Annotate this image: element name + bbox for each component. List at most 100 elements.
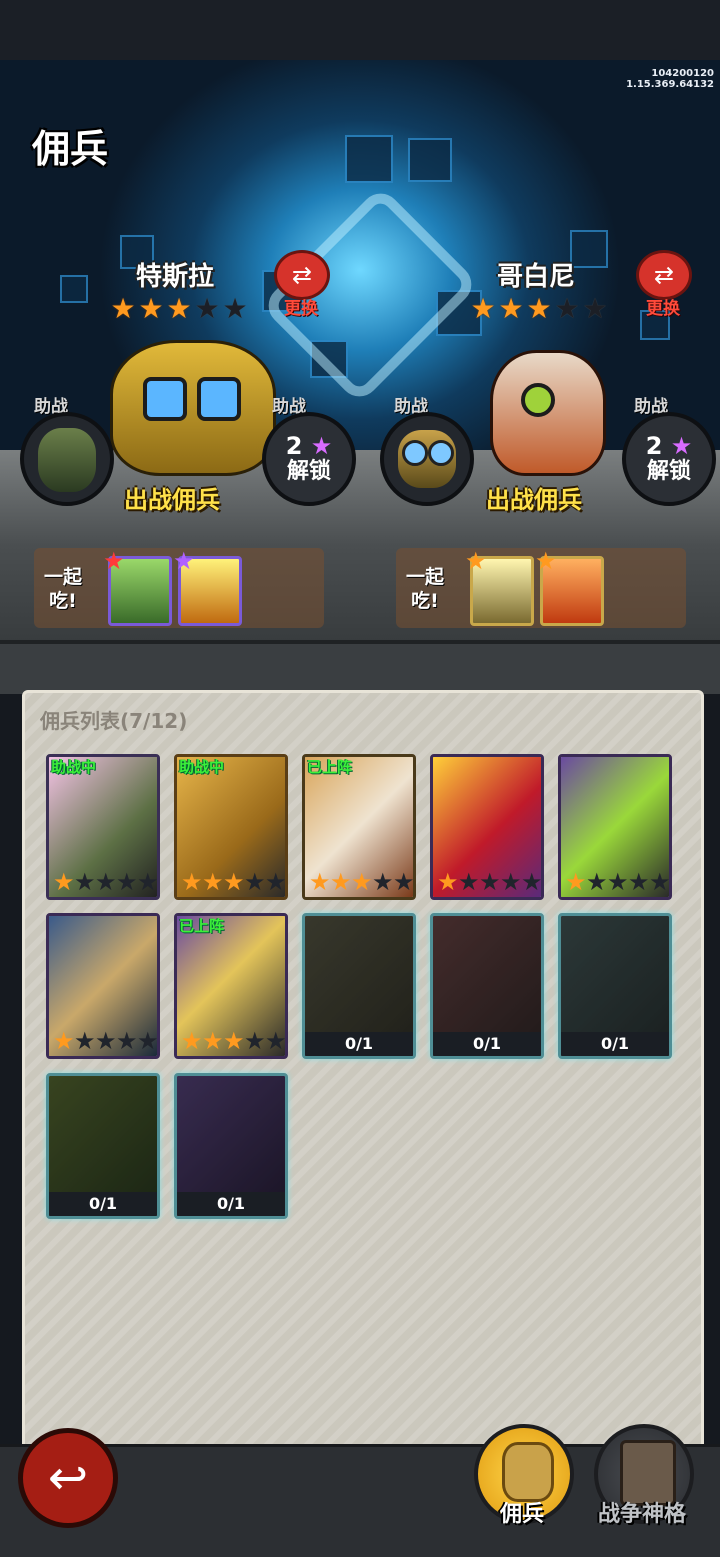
star-icon: ★ bbox=[393, 868, 415, 896]
star-icon: ★ bbox=[535, 547, 557, 575]
star-icon: ★ bbox=[498, 292, 524, 325]
star-icon: ★ bbox=[181, 1027, 203, 1055]
star-icon: ★ bbox=[554, 292, 580, 325]
star-icon: ★ bbox=[53, 1027, 75, 1055]
status-badge: 助战中 bbox=[179, 758, 225, 776]
mercenary-card[interactable]: 0/1 bbox=[46, 1073, 160, 1219]
locked-assist-slot-left[interactable]: 2 ★ 解锁 bbox=[262, 412, 356, 506]
mercenary-card[interactable]: 助战中 ★ ★ ★ ★ ★ bbox=[174, 754, 288, 900]
mercenary-card[interactable]: 0/1 bbox=[302, 913, 416, 1059]
shard-progress: 0/1 bbox=[305, 1032, 413, 1056]
page-title: 佣兵 bbox=[32, 127, 109, 171]
version-text: 104200120 1.15.369.64132 bbox=[626, 68, 714, 90]
star-icon: ★ bbox=[103, 547, 125, 575]
top-status-bar bbox=[0, 0, 720, 60]
hero-stars-right: ★ ★ ★ ★ ★ bbox=[470, 292, 608, 325]
star-icon: ★ bbox=[137, 868, 159, 896]
star-icon: ★ bbox=[110, 292, 136, 325]
star-icon: ★ bbox=[351, 868, 373, 896]
star-icon: ★ bbox=[521, 868, 543, 896]
hero-stars-left: ★ ★ ★ ★ ★ bbox=[110, 292, 248, 325]
star-icon: ★ bbox=[628, 868, 650, 896]
hero-sprite-tesla[interactable] bbox=[110, 340, 276, 476]
shard-progress: 0/1 bbox=[433, 1032, 541, 1056]
star-icon: ★ bbox=[465, 547, 487, 575]
star-icon: ★ bbox=[95, 868, 117, 896]
eat-together-label-left: 一起 吃! bbox=[44, 566, 83, 612]
back-button[interactable]: ↩ bbox=[18, 1428, 118, 1528]
star-icon: ★ bbox=[500, 868, 522, 896]
card-stars: ★ ★ ★ ★ ★ bbox=[53, 868, 159, 896]
star-icon: ★ bbox=[223, 1027, 245, 1055]
shard-progress: 0/1 bbox=[49, 1192, 157, 1216]
star-icon: ★ bbox=[222, 292, 248, 325]
hero-sprite-copernicus[interactable] bbox=[490, 350, 606, 476]
eat-together-label-right: 一起 吃! bbox=[406, 566, 445, 612]
mercenary-card[interactable]: ★ ★ ★ ★ ★ bbox=[558, 754, 672, 900]
star-gem-icon: ★ bbox=[310, 432, 333, 460]
deploy-label-right: 出战佣兵 bbox=[486, 486, 582, 514]
star-icon: ★ bbox=[138, 292, 164, 325]
star-icon: ★ bbox=[607, 868, 629, 896]
deploy-label-left: 出战佣兵 bbox=[124, 486, 220, 514]
swap-button-left[interactable]: ⇄ 更换 bbox=[274, 250, 330, 320]
assist-slot-right[interactable] bbox=[380, 412, 474, 506]
war-divinity-nav-label: 战争神格 bbox=[598, 1502, 687, 1527]
locked-assist-slot-right[interactable]: 2 ★ 解锁 bbox=[622, 412, 716, 506]
star-icon: ★ bbox=[166, 292, 192, 325]
status-badge: 已上阵 bbox=[307, 758, 353, 776]
star-icon: ★ bbox=[265, 1027, 287, 1055]
skill-card-left-2[interactable]: ★ bbox=[173, 549, 242, 626]
star-icon: ★ bbox=[526, 292, 552, 325]
star-icon: ★ bbox=[181, 868, 203, 896]
hero-name-right: 哥白尼 bbox=[497, 262, 576, 292]
star-icon: ★ bbox=[649, 868, 671, 896]
star-icon: ★ bbox=[244, 1027, 266, 1055]
star-icon: ★ bbox=[173, 547, 195, 575]
mercenary-card[interactable]: 助战中 ★ ★ ★ ★ ★ bbox=[46, 754, 160, 900]
back-arrow-icon: ↩ bbox=[47, 1450, 89, 1506]
unlock-count: 2 bbox=[645, 432, 663, 460]
mercenary-card[interactable]: ★ ★ ★ ★ ★ bbox=[430, 754, 544, 900]
star-icon: ★ bbox=[330, 868, 352, 896]
mercenary-card[interactable]: ★ ★ ★ ★ ★ bbox=[46, 913, 160, 1059]
swap-label: 更换 bbox=[646, 299, 680, 319]
star-icon: ★ bbox=[309, 868, 331, 896]
skill-card-right-2[interactable]: ★ bbox=[535, 549, 604, 626]
mercenary-card[interactable]: 已上阵 ★ ★ ★ ★ ★ bbox=[302, 754, 416, 900]
unlock-count: 2 bbox=[285, 432, 303, 460]
mercenary-card[interactable]: 0/1 bbox=[174, 1073, 288, 1219]
swap-icon: ⇄ bbox=[636, 250, 692, 300]
card-stars: ★ ★ ★ ★ ★ bbox=[309, 868, 415, 896]
star-icon: ★ bbox=[194, 292, 220, 325]
skill-card-left-1[interactable]: ★ bbox=[103, 549, 172, 626]
mercenary-list-title: 佣兵列表(7/12) bbox=[40, 709, 188, 733]
star-icon: ★ bbox=[137, 1027, 159, 1055]
star-icon: ★ bbox=[244, 868, 266, 896]
mercenary-icon bbox=[502, 1442, 554, 1502]
unlock-label: 解锁 bbox=[646, 459, 691, 484]
mercenary-card[interactable]: 已上阵 ★ ★ ★ ★ ★ bbox=[174, 913, 288, 1059]
star-icon: ★ bbox=[53, 868, 75, 896]
hero-name-left: 特斯拉 bbox=[136, 262, 215, 292]
star-icon: ★ bbox=[372, 868, 394, 896]
star-icon: ★ bbox=[223, 868, 245, 896]
star-icon: ★ bbox=[74, 868, 96, 896]
star-icon: ★ bbox=[74, 1027, 96, 1055]
star-icon: ★ bbox=[470, 292, 496, 325]
shard-progress: 0/1 bbox=[177, 1192, 285, 1216]
mercenary-nav-label: 佣兵 bbox=[500, 1502, 545, 1527]
skill-card-right-1[interactable]: ★ bbox=[465, 549, 534, 626]
mercenary-card[interactable]: 0/1 bbox=[558, 913, 672, 1059]
card-stars: ★ ★ ★ ★ ★ bbox=[181, 1027, 287, 1055]
star-icon: ★ bbox=[479, 868, 501, 896]
star-gem-icon: ★ bbox=[670, 432, 693, 460]
assist-slot-left[interactable] bbox=[20, 412, 114, 506]
swap-label: 更换 bbox=[284, 299, 318, 319]
card-stars: ★ ★ ★ ★ ★ bbox=[53, 1027, 159, 1055]
swap-button-right[interactable]: ⇄ 更换 bbox=[636, 250, 692, 320]
mercenary-card[interactable]: 0/1 bbox=[430, 913, 544, 1059]
star-icon: ★ bbox=[265, 868, 287, 896]
status-badge: 已上阵 bbox=[179, 917, 225, 935]
star-icon: ★ bbox=[116, 1027, 138, 1055]
